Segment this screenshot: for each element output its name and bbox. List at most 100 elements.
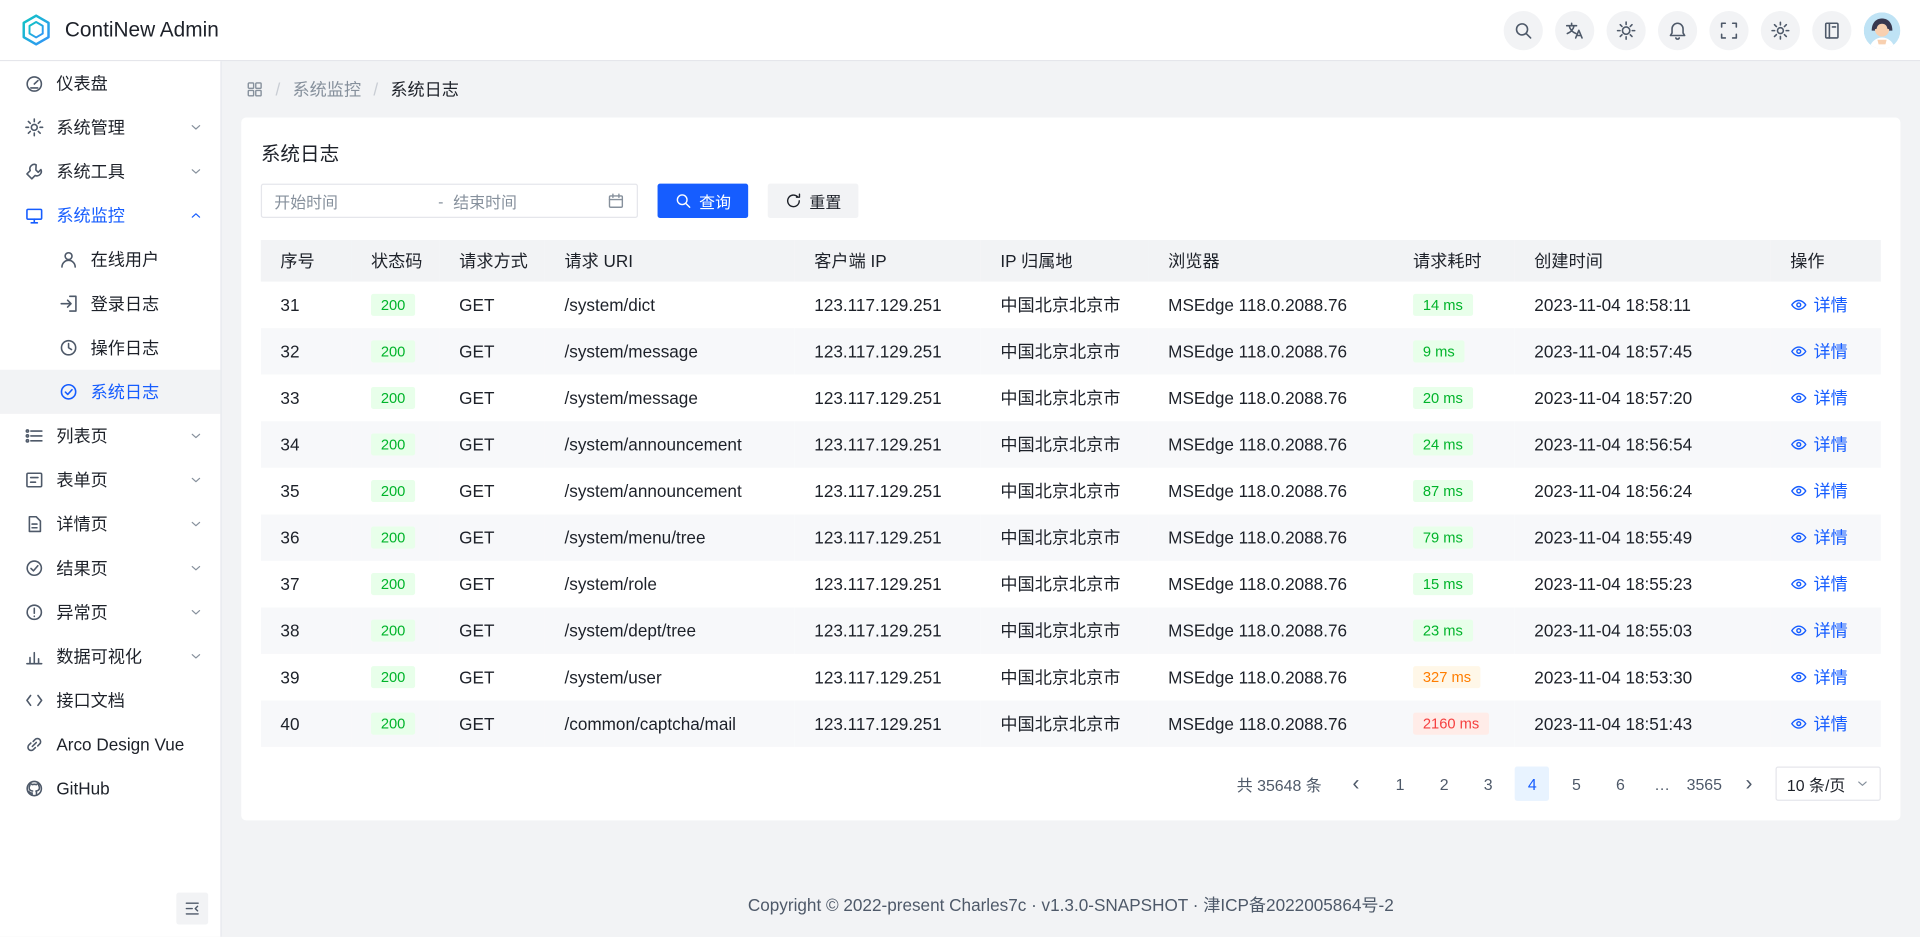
- pagination-page-2[interactable]: 2: [1427, 767, 1461, 801]
- cell-client-ip: 123.117.129.251: [795, 561, 981, 608]
- cell-no: 31: [261, 282, 352, 329]
- page-title: 系统日志: [261, 137, 1881, 166]
- sidebar-item-operation-logs[interactable]: 操作日志: [0, 326, 220, 370]
- user-avatar[interactable]: [1864, 12, 1901, 49]
- cell-browser: MSEdge 118.0.2088.76: [1149, 421, 1394, 468]
- pagination-page-3565[interactable]: 3565: [1687, 767, 1722, 801]
- log-table: 序号状态码请求方式请求 URI客户端 IPIP 归属地浏览器请求耗时创建时间操作…: [261, 240, 1881, 747]
- sidebar-item-system-monitor[interactable]: 系统监控: [0, 193, 220, 237]
- detail-link[interactable]: 详情: [1790, 525, 1848, 549]
- app-logo: ContiNew Admin: [20, 13, 219, 46]
- cell-no: 38: [261, 607, 352, 654]
- reset-button[interactable]: 重置: [768, 184, 859, 218]
- column-header: 浏览器: [1149, 240, 1394, 282]
- cell-method: GET: [440, 561, 545, 608]
- cell-method: GET: [440, 421, 545, 468]
- sidebar-item-github[interactable]: GitHub: [0, 767, 220, 811]
- sidebar-item-label: 接口文档: [56, 688, 203, 712]
- sidebar-item-data-visualization[interactable]: 数据可视化: [0, 634, 220, 678]
- detail-link[interactable]: 详情: [1790, 572, 1848, 596]
- detail-link[interactable]: 详情: [1790, 479, 1848, 503]
- sidebar-item-label: GitHub: [56, 779, 203, 799]
- search-button[interactable]: [1504, 10, 1543, 49]
- detail-link[interactable]: 详情: [1790, 665, 1848, 689]
- cell-client-ip: 123.117.129.251: [795, 468, 981, 515]
- sidebar-item-label: 详情页: [56, 512, 176, 536]
- table-row: 34 200 GET /system/announcement 123.117.…: [261, 421, 1881, 468]
- sidebar-item-system-logs[interactable]: 系统日志: [0, 370, 220, 414]
- sidebar-item-list-pages[interactable]: 列表页: [0, 414, 220, 458]
- sidebar-item-detail-pages[interactable]: 详情页: [0, 502, 220, 546]
- chevron-down-icon: [1855, 776, 1870, 791]
- elapsed-badge: 9 ms: [1413, 340, 1464, 362]
- docs-button[interactable]: [1812, 10, 1851, 49]
- pagination-page-6[interactable]: 6: [1603, 767, 1637, 801]
- cell-method: GET: [440, 375, 545, 422]
- app-title: ContiNew Admin: [65, 18, 219, 42]
- sidebar-item-form-pages[interactable]: 表单页: [0, 458, 220, 502]
- breadcrumb-separator: /: [373, 80, 378, 100]
- cell-uri: /system/announcement: [545, 468, 795, 515]
- cell-no: 39: [261, 654, 352, 701]
- cell-no: 34: [261, 421, 352, 468]
- status-badge: 200: [371, 620, 415, 642]
- status-badge: 200: [371, 294, 415, 316]
- notification-button[interactable]: [1658, 10, 1697, 49]
- sidebar-item-system-tools[interactable]: 系统工具: [0, 149, 220, 193]
- detail-link[interactable]: 详情: [1790, 432, 1848, 456]
- elapsed-badge: 87 ms: [1413, 480, 1473, 502]
- cell-no: 40: [261, 700, 352, 747]
- theme-button[interactable]: [1607, 10, 1646, 49]
- header-actions: [1504, 10, 1901, 49]
- column-header: 客户端 IP: [795, 240, 981, 282]
- sidebar-item-system-management[interactable]: 系统管理: [0, 105, 220, 149]
- translate-button[interactable]: [1555, 10, 1594, 49]
- sidebar-item-dashboard[interactable]: 仪表盘: [0, 61, 220, 105]
- cell-ip-region: 中国北京北京市: [981, 468, 1149, 515]
- sidebar-item-label: 系统日志: [91, 380, 204, 404]
- chevron-down-icon: [189, 649, 204, 664]
- sidebar-item-label: 表单页: [56, 468, 176, 492]
- range-separator: -: [438, 192, 443, 210]
- sidebar-item-exception-pages[interactable]: 异常页: [0, 590, 220, 634]
- breadcrumb-item-0[interactable]: 系统监控: [293, 77, 362, 101]
- table-body: 31 200 GET /system/dict 123.117.129.251 …: [261, 282, 1881, 747]
- sidebar-item-api-docs[interactable]: 接口文档: [0, 678, 220, 722]
- search-button[interactable]: 查询: [658, 184, 749, 218]
- exception-icon: [24, 602, 44, 622]
- pagination-page-1[interactable]: 1: [1383, 767, 1417, 801]
- settings-button[interactable]: [1761, 10, 1800, 49]
- cell-uri: /common/captcha/mail: [545, 700, 795, 747]
- table-row: 36 200 GET /system/menu/tree 123.117.129…: [261, 514, 1881, 561]
- detail-link[interactable]: 详情: [1790, 339, 1848, 363]
- link-icon: [24, 735, 44, 755]
- page-size-select[interactable]: 10 条/页: [1776, 767, 1881, 801]
- detail-link[interactable]: 详情: [1790, 711, 1848, 735]
- sidebar-item-arco-design-vue[interactable]: Arco Design Vue: [0, 722, 220, 766]
- cell-method: GET: [440, 468, 545, 515]
- fullscreen-button[interactable]: [1709, 10, 1748, 49]
- detail-link[interactable]: 详情: [1790, 386, 1848, 410]
- status-badge: 200: [371, 433, 415, 455]
- cell-uri: /system/message: [545, 375, 795, 422]
- pagination-next-button[interactable]: ›: [1732, 767, 1766, 801]
- sidebar-item-result-pages[interactable]: 结果页: [0, 546, 220, 590]
- collapse-sidebar-button[interactable]: [176, 893, 208, 925]
- pagination-prev-button[interactable]: ‹: [1339, 767, 1373, 801]
- chevron-down-icon: [189, 120, 204, 135]
- result-icon: [24, 558, 44, 578]
- sidebar-item-online-users[interactable]: 在线用户: [0, 238, 220, 282]
- pagination-page-5[interactable]: 5: [1559, 767, 1593, 801]
- date-range-picker[interactable]: 开始时间 - 结束时间: [261, 184, 638, 218]
- status-badge: 200: [371, 666, 415, 688]
- detail-link[interactable]: 详情: [1790, 293, 1848, 317]
- pagination-page-4[interactable]: 4: [1515, 767, 1549, 801]
- detail-link[interactable]: 详情: [1790, 618, 1848, 642]
- sidebar-item-label: 列表页: [56, 424, 176, 448]
- pagination-page-3[interactable]: 3: [1471, 767, 1505, 801]
- sidebar-menu: 仪表盘 系统管理 系统工具 系统监控 在线用户 登录日志 操作日志 系统日志 列…: [0, 61, 220, 810]
- column-header: 请求 URI: [545, 240, 795, 282]
- cell-created-at: 2023-11-04 18:53:30: [1515, 654, 1771, 701]
- breadcrumb: /系统监控/系统日志: [222, 61, 1920, 117]
- sidebar-item-login-logs[interactable]: 登录日志: [0, 282, 220, 326]
